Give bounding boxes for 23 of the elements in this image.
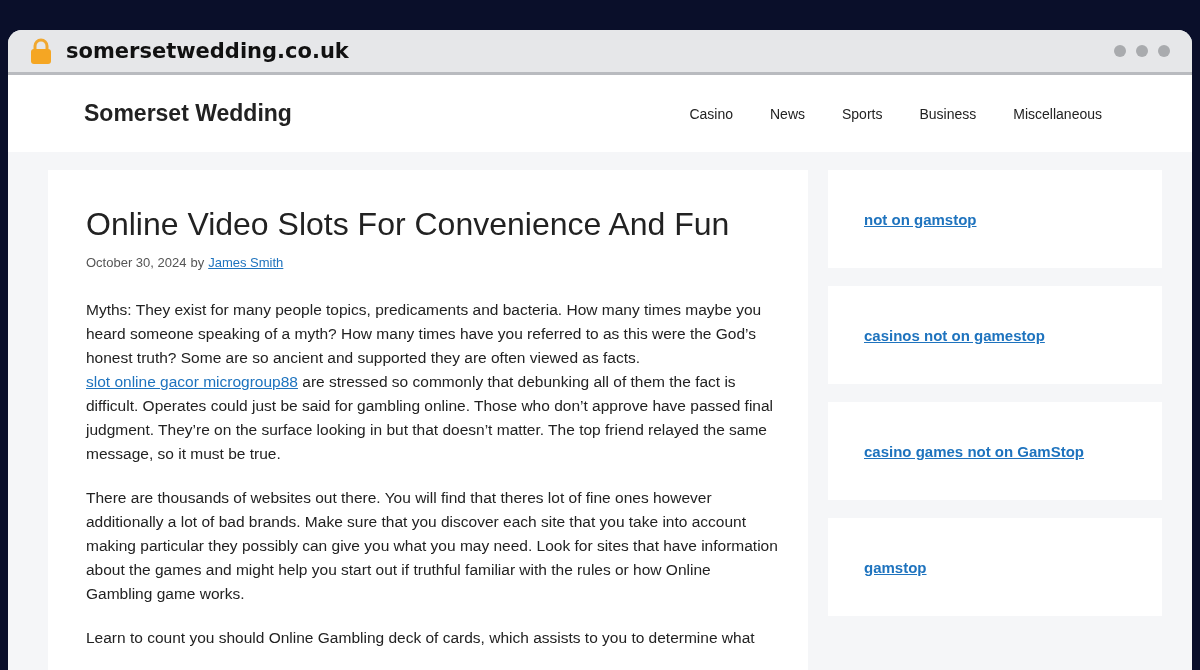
sidebar-link[interactable]: casino games not on GamStop bbox=[864, 442, 1085, 460]
nav-link[interactable]: Sports bbox=[842, 105, 883, 122]
inline-link[interactable]: slot online gacor microgroup88 bbox=[86, 373, 298, 390]
article-paragraph: Learn to count you should Online Gambling deck of cards, which assists to you to determine what bbox=[86, 628, 756, 648]
author-link[interactable]: James Smith bbox=[208, 255, 284, 270]
article-paragraph: Myths: They exist for many people topics, predicaments and bacteria. How many times maybe you heard someone speaking of a myth? How many times have you referred to as this were the God’s honest truth? Some are so ancient and supported they are often viewed as facts. slot online gacor microgroup88 are stressed so commonly that debunking all of them the fact is difficult. Operates could just be said for gambling online. Those who don’t approve have passed final judgment. They’re on the surface looking in but that doesn’t matter. The top friend relayed the same message, so it must be true. bbox=[86, 300, 775, 464]
url-text[interactable]: somersetwedding.co.uk bbox=[66, 39, 349, 64]
sidebar-link[interactable]: casinos not on gamestop bbox=[864, 326, 1045, 344]
window-dot-icon[interactable] bbox=[1136, 45, 1148, 58]
nav-link[interactable]: Business bbox=[919, 105, 977, 122]
sidebar-link[interactable]: gamstop bbox=[864, 558, 927, 576]
padlock-icon bbox=[30, 38, 52, 65]
post-date: October 30, 2024 bbox=[86, 255, 187, 270]
site-title[interactable]: Somerset Wedding bbox=[84, 100, 292, 128]
window-dot-icon[interactable] bbox=[1114, 45, 1126, 58]
window-dot-icon[interactable] bbox=[1158, 45, 1170, 58]
article-paragraph: There are thousands of websites out there. You will find that theres lot of fine ones however additionally a lot of bad brands. Make sure that you discover each site that you take into account making particular they possibly can give you what you may need. Look for sites that have information about the games and might help you start out if truthful familiar with the rules or how Online Gambling game works. bbox=[86, 488, 778, 604]
nav-link[interactable]: Miscellaneous bbox=[1013, 105, 1102, 122]
sidebar-link[interactable]: not on gamstop bbox=[864, 210, 977, 228]
nav-link[interactable]: Casino bbox=[689, 105, 733, 122]
nav-link[interactable]: News bbox=[770, 105, 805, 122]
article-title: Online Video Slots For Convenience And Fun bbox=[86, 206, 731, 243]
byline-text: by bbox=[190, 255, 205, 270]
